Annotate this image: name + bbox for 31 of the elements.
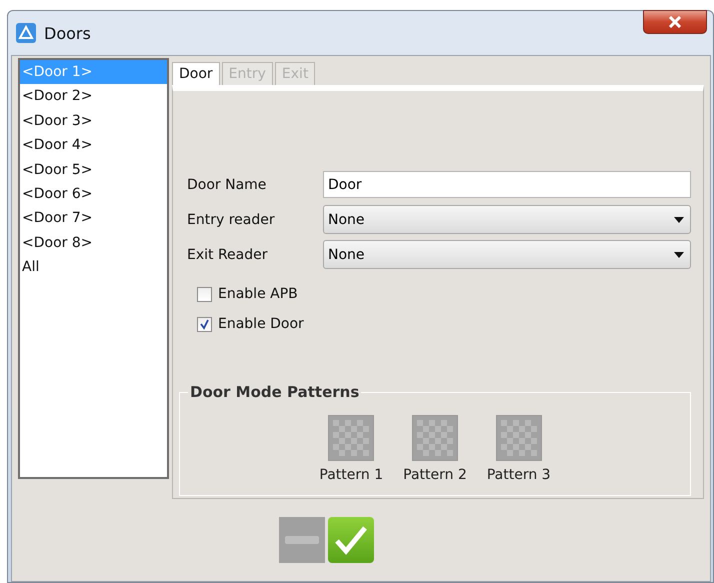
field-label: Exit Reader <box>187 246 269 262</box>
dropdown[interactable]: None <box>323 240 691 269</box>
pattern-label: Pattern 1 <box>319 467 384 483</box>
window-title: Doors <box>44 24 91 42</box>
input-field[interactable]: Door <box>323 171 691 198</box>
confirm-button[interactable] <box>328 517 374 563</box>
field-label: Entry reader <box>187 212 276 228</box>
app-icon <box>16 23 36 43</box>
pattern-label: Pattern 2 <box>403 467 467 483</box>
door-list-item[interactable]: <Door 4> <box>20 133 167 158</box>
checkbox[interactable] <box>197 316 212 332</box>
dropdown[interactable]: None <box>323 205 691 234</box>
pattern-label: Pattern 3 <box>486 467 551 483</box>
field-label: Door Name <box>187 176 268 192</box>
caret-icon <box>674 252 684 258</box>
checkmark-icon <box>334 525 368 555</box>
door-list-item[interactable]: <Door 3> <box>20 108 167 134</box>
door-list-item[interactable]: <Door 7> <box>20 206 167 231</box>
door-list-item[interactable]: <Door 5> <box>20 158 167 182</box>
door-list-item[interactable]: <Door 6> <box>20 182 167 206</box>
door-list-item[interactable]: All <box>20 255 167 280</box>
door-list-item[interactable]: <Door 2> <box>20 84 167 109</box>
caret-icon <box>674 216 684 222</box>
checkbox-label: Enable Door <box>218 316 304 332</box>
checkbox[interactable] <box>197 286 212 302</box>
close-icon <box>668 16 682 28</box>
door-list-item[interactable]: <Door 8> <box>20 230 167 256</box>
checkbox-label: Enable APB <box>218 286 298 302</box>
close-button[interactable] <box>643 10 707 34</box>
tab[interactable]: Door <box>172 62 220 87</box>
minus-icon <box>284 536 318 544</box>
